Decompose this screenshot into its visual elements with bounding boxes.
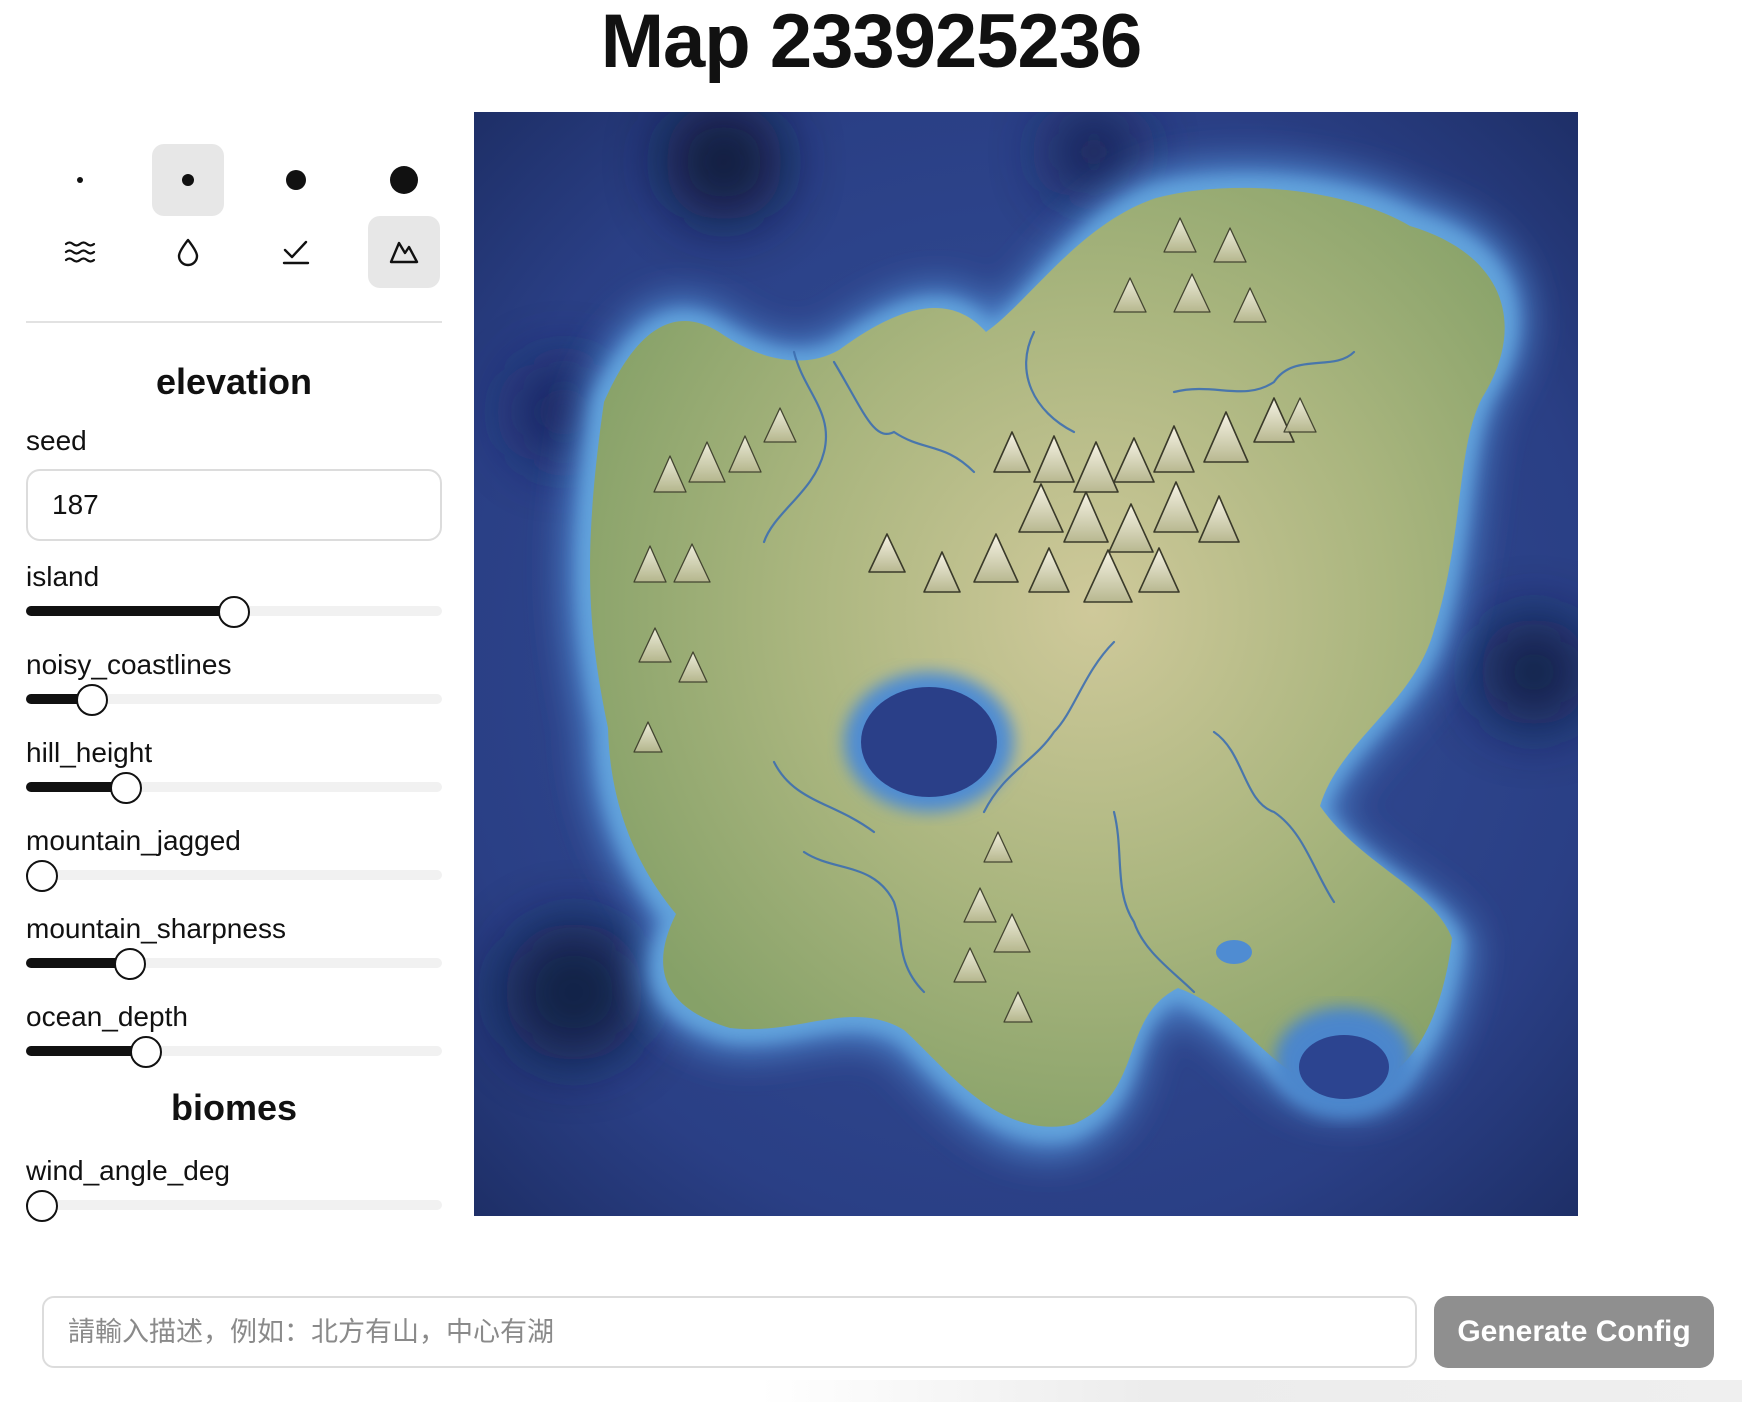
slider-label: mountain_jagged [26, 825, 241, 856]
dot-small-icon [182, 174, 194, 186]
ocean-depth-slider[interactable] [26, 1033, 442, 1069]
slider-row-island: island [26, 561, 442, 629]
description-input[interactable] [42, 1296, 1417, 1368]
slider-label: ocean_depth [26, 1001, 188, 1032]
slider-thumb[interactable] [114, 948, 147, 980]
slider-thumb[interactable] [75, 684, 108, 716]
elevation-heading: elevation [155, 361, 313, 402]
slider-label: noisy_coastlines [26, 649, 232, 680]
slider-row-wind-angle-deg: wind_angle_deg [26, 1155, 442, 1223]
slider-row-mountain-sharpness: mountain_sharpness [26, 913, 442, 981]
shallow-tool-button[interactable] [152, 216, 224, 288]
slider-label: wind_angle_deg [26, 1155, 230, 1186]
wind-angle-deg-slider[interactable] [26, 1187, 442, 1223]
mountain-jagged-slider[interactable] [26, 857, 442, 893]
slider-label: hill_height [26, 737, 153, 768]
generate-config-button[interactable]: Generate Config [1434, 1296, 1714, 1368]
dot-medium-icon [286, 170, 306, 190]
ocean-tool-button[interactable] [44, 216, 116, 288]
brush-size-large-button[interactable] [368, 144, 440, 216]
slider-fill [26, 606, 234, 616]
tool-grid [26, 144, 442, 288]
seed-block: seed [26, 425, 442, 541]
noisy-coastlines-slider[interactable] [26, 681, 442, 717]
mountain-icon [389, 241, 419, 264]
slider-fill [26, 1046, 146, 1056]
slider-thumb[interactable] [26, 1190, 58, 1222]
waves-icon [64, 241, 96, 263]
checkmark-line-icon [282, 240, 310, 265]
biomes-sliders: wind_angle_deg [26, 1155, 442, 1223]
brush-size-medium-button[interactable] [260, 144, 332, 216]
panel-divider [26, 321, 442, 323]
app-root: Map 233925236 elevation seed 187 island … [0, 0, 1742, 1402]
slider-track[interactable] [26, 1200, 442, 1210]
settings-panel: elevation seed island noisy_coastlineshil… [26, 144, 442, 1223]
valley-tool-button[interactable] [260, 216, 332, 288]
brush-size-tiny-button[interactable] [44, 144, 116, 216]
slider-thumb[interactable] [129, 1036, 162, 1068]
seed-input[interactable] [26, 469, 442, 541]
bottom-edge-shadow [760, 1380, 1742, 1402]
dot-tiny-icon [77, 177, 83, 183]
slider-row-noisy-coastlines: noisy_coastlines [26, 649, 442, 717]
page-title: Map 233925236 [600, 0, 1143, 84]
slider-label: mountain_sharpness [26, 913, 286, 944]
seed-label: seed [26, 425, 87, 456]
slider-thumb[interactable] [26, 860, 58, 892]
mountain-sharpness-slider[interactable] [26, 945, 442, 981]
biomes-heading: biomes [170, 1087, 298, 1128]
slider-label: island [26, 561, 100, 592]
slider-row-hill-height: hill_height [26, 737, 442, 805]
elevation-sliders: island noisy_coastlines hill_heightmountai… [26, 561, 442, 1069]
slider-thumb[interactable] [218, 596, 250, 628]
map-image [474, 112, 1578, 1216]
mountain-tool-button[interactable] [368, 216, 440, 288]
slider-track[interactable] [26, 870, 442, 880]
map-canvas[interactable] [474, 112, 1578, 1216]
dot-large-icon [390, 166, 418, 194]
water-drop-icon [177, 238, 199, 267]
brush-size-small-button[interactable] [152, 144, 224, 216]
island-slider[interactable] [26, 593, 442, 629]
slider-thumb[interactable] [110, 772, 143, 804]
slider-row-ocean-depth: ocean_depth [26, 1001, 442, 1069]
slider-row-mountain-jagged: mountain_jagged [26, 825, 442, 893]
hill-height-slider[interactable] [26, 769, 442, 805]
